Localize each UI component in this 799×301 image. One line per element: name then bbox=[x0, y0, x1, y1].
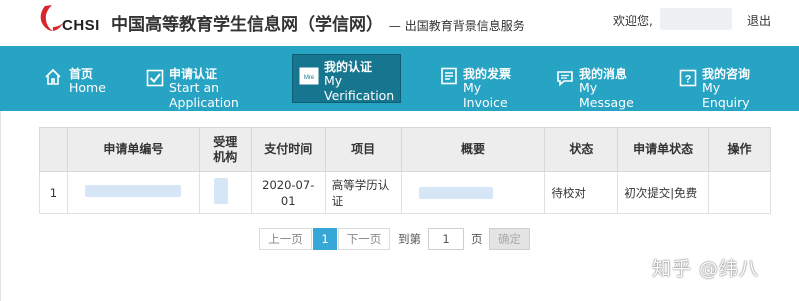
col-header-summary: 概要 bbox=[400, 127, 546, 172]
applications-table: 申请单编号 受理机构 支付时间 项目 概要 状态 申请单状态 操作 1 2020… bbox=[39, 127, 771, 214]
site-title-main: 中国高等教育学生信息网（学信网） bbox=[111, 15, 383, 35]
nav-item-my-message[interactable]: 我的消息 My Message bbox=[554, 46, 649, 111]
pagination: 上一页 1 下一页 到第 1 页 确定 bbox=[1, 228, 799, 250]
goto-prefix-label: 到第 bbox=[398, 232, 421, 246]
nav-en-label-2: Message bbox=[579, 95, 634, 110]
nav-en-label-2: Invoice bbox=[463, 95, 508, 110]
nav-en-label: My bbox=[702, 80, 721, 95]
chsi-logo[interactable]: CHSI bbox=[36, 4, 102, 38]
table-header-row: 申请单编号 受理机构 支付时间 项目 概要 状态 申请单状态 操作 bbox=[39, 127, 771, 172]
application-no-redacted bbox=[85, 184, 182, 197]
zhihu-watermark: 知乎 @纬八 bbox=[652, 258, 760, 280]
cell-summary: 高 bbox=[400, 171, 546, 214]
nav-en-label: Start an bbox=[169, 80, 220, 95]
nav-en-label: Home bbox=[69, 80, 106, 95]
logo-text: CHSI bbox=[62, 17, 100, 34]
goto-suffix-label: 页 bbox=[471, 232, 483, 246]
nav-item-home[interactable]: 首页 Home bbox=[40, 46, 120, 111]
svg-text:Mre: Mre bbox=[304, 75, 315, 81]
col-header-pay-time: 支付时间 bbox=[250, 127, 326, 172]
message-icon bbox=[557, 71, 573, 87]
col-header-institution: 受理机构 bbox=[198, 127, 252, 172]
home-icon bbox=[45, 68, 61, 85]
nav-en-label-2: Enquiry bbox=[702, 95, 750, 110]
prev-page-button[interactable]: 上一页 bbox=[259, 228, 312, 250]
nav-item-my-invoice[interactable]: 我的发票 My Invoice bbox=[438, 46, 528, 111]
nav-en-label: My bbox=[579, 80, 598, 95]
verification-doc-icon: Mre bbox=[299, 67, 319, 85]
nav-item-start-application[interactable]: 申请认证 Start an Application bbox=[142, 46, 252, 111]
nav-item-my-enquiry[interactable]: ? 我的咨询 My Enquiry bbox=[677, 46, 777, 111]
nav-en-label: My bbox=[463, 80, 482, 95]
checkbox-icon bbox=[146, 69, 164, 87]
cell-institution bbox=[198, 171, 252, 214]
question-icon: ? bbox=[679, 69, 697, 87]
cell-status: 待校对 bbox=[544, 171, 619, 214]
welcome-text: 欢迎您, bbox=[613, 14, 653, 28]
nav-en-label-2: Application bbox=[169, 95, 239, 110]
col-header-institution-label: 受理机构 bbox=[213, 134, 238, 164]
cell-action bbox=[708, 171, 771, 214]
cell-pay-time: 2020-07-01 bbox=[250, 171, 326, 214]
table-row[interactable]: 1 2020-07-01 高等学历认证 高 待校对 初次提交|免费 bbox=[39, 171, 771, 214]
logout-link[interactable]: 退出 bbox=[747, 12, 771, 29]
nav-item-my-verification[interactable]: Mre 我的认证 My Verification bbox=[292, 54, 401, 103]
col-header-status: 状态 bbox=[544, 127, 619, 172]
col-header-application-no: 申请单编号 bbox=[66, 127, 200, 172]
invoice-icon bbox=[441, 67, 457, 85]
header: CHSI 中国高等教育学生信息网（学信网） — 出国教育背景信息服务 欢迎您, … bbox=[0, 0, 799, 46]
pay-time-value: 2020-07-01 bbox=[262, 177, 315, 208]
nav-en-label-2: Verification bbox=[324, 88, 395, 103]
item-value: 高等学历认证 bbox=[331, 177, 390, 208]
col-header-index bbox=[39, 127, 68, 172]
username-redacted bbox=[660, 8, 732, 30]
next-page-button[interactable]: 下一页 bbox=[338, 228, 390, 250]
cell-item: 高等学历认证 bbox=[324, 171, 402, 214]
col-header-item: 项目 bbox=[324, 127, 402, 172]
cell-index: 1 bbox=[39, 171, 68, 214]
institution-redacted bbox=[213, 177, 228, 204]
site-subtitle: — 出国教育背景信息服务 bbox=[388, 19, 525, 33]
summary-prefix: 高 bbox=[407, 185, 420, 200]
col-header-action: 操作 bbox=[708, 127, 771, 172]
confirm-page-button[interactable]: 确定 bbox=[489, 228, 530, 250]
svg-text:?: ? bbox=[685, 74, 692, 86]
page-number-input[interactable]: 1 bbox=[428, 228, 464, 250]
summary-redacted bbox=[419, 187, 494, 199]
nav-en-label: My bbox=[324, 73, 343, 88]
cell-application-no bbox=[66, 171, 200, 214]
site-title: 中国高等教育学生信息网（学信网） — 出国教育背景信息服务 bbox=[111, 10, 525, 35]
current-page-button[interactable]: 1 bbox=[313, 228, 337, 250]
main-nav: 首页 Home 申请认证 Start an Application Mre 我的… bbox=[0, 46, 799, 111]
col-header-app-status: 申请单状态 bbox=[617, 127, 710, 172]
cell-app-status: 初次提交|免费 bbox=[617, 171, 710, 214]
